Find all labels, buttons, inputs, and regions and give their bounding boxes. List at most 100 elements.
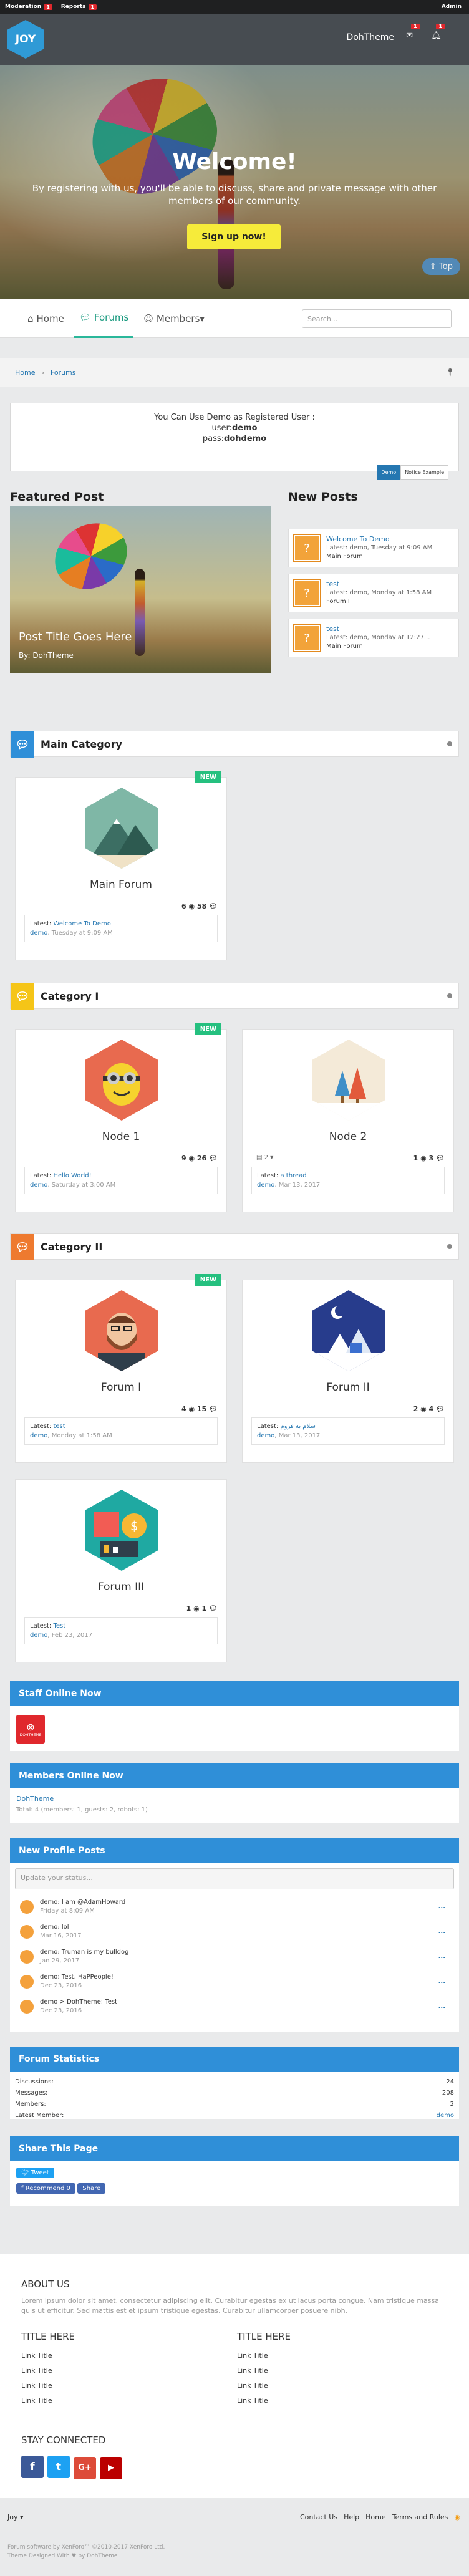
avatar[interactable] — [20, 1974, 34, 1989]
forum-card-main[interactable]: NEW Main Forum 6 ◉ 58 💬︎ Latest: Welcome… — [15, 771, 227, 960]
tab-forums[interactable]: 💬︎ Forums — [74, 299, 134, 338]
latest-post-link[interactable]: Welcome To Demo — [53, 920, 110, 927]
collapse-toggle[interactable] — [447, 993, 452, 998]
notice-user-line: user:demo — [211, 423, 258, 433]
share-page-panel: 🐦︎ Tweet f Recommend 0 Share — [10, 2161, 459, 2206]
home-link[interactable]: Home — [365, 2513, 385, 2521]
collapse-toggle[interactable] — [447, 1244, 452, 1249]
footer-link[interactable]: Link Title — [21, 2393, 208, 2408]
status-update-input[interactable]: Update your status... — [15, 1868, 454, 1889]
twitter-icon[interactable]: t — [47, 2456, 70, 2478]
back-to-top-button[interactable]: ⇧ Top — [422, 258, 460, 275]
avatar[interactable] — [20, 1949, 34, 1964]
user-link[interactable]: demo — [257, 1182, 274, 1189]
moderation-link[interactable]: Moderation 1 — [5, 4, 52, 10]
latest-post-link[interactable]: Hello World! — [53, 1172, 91, 1179]
category-header-cat1[interactable]: 💬︎ Category I — [10, 983, 459, 1010]
forum-stats: 9 ◉ 26 💬︎ — [181, 1154, 218, 1162]
latest-post-link[interactable]: Test — [53, 1623, 65, 1629]
latest-post-link[interactable]: test — [53, 1423, 65, 1430]
category-header-main[interactable]: 💬︎ Main Category — [10, 731, 459, 758]
footer-link[interactable]: Link Title — [21, 2378, 208, 2393]
breadcrumb-home[interactable]: Home — [15, 369, 35, 377]
user-link[interactable]: demo — [30, 1432, 47, 1439]
featured-post-card[interactable]: Post Title Goes Here By: DohTheme — [10, 506, 271, 673]
twitter-icon: 🐦︎ — [21, 2169, 31, 2176]
forum-title[interactable]: Forum II — [243, 1381, 453, 1394]
list-item[interactable]: ? test Latest: demo, Monday at 1:58 AM Foru… — [288, 574, 459, 612]
forum-card-forum3[interactable]: $ Forum III 1 ◉ 1 💬︎ Latest: Test demo, … — [15, 1479, 227, 1662]
facebook-icon[interactable]: f — [21, 2456, 44, 2478]
notice-tab-demo[interactable]: Demo — [377, 465, 401, 480]
bell-icon[interactable]: 🔔︎ 1 — [431, 24, 445, 41]
terms-link[interactable]: Terms and Rules — [392, 2513, 448, 2521]
user-link[interactable]: demo — [30, 1182, 47, 1189]
collapse-toggle[interactable] — [447, 741, 452, 746]
reports-link[interactable]: Reports 1 — [61, 4, 97, 10]
latest-post-link[interactable]: a thread — [280, 1172, 306, 1179]
google-plus-icon[interactable]: G+ — [74, 2456, 96, 2479]
forum-card-node2[interactable]: Node 2 ▤ 2 ▾ 1 ◉ 3 💬︎ Latest: a thread d… — [242, 1029, 454, 1212]
forum-title[interactable]: Forum I — [16, 1381, 226, 1394]
more-icon[interactable]: ... — [438, 1903, 445, 1910]
home-icon: ⌂ — [27, 312, 34, 324]
facebook-recommend-button[interactable]: f Recommend 0 — [16, 2183, 75, 2194]
list-item: demo: lol Mar 16, 2017... — [15, 1919, 454, 1944]
category-header-cat2[interactable]: 💬︎ Category II — [10, 1233, 459, 1260]
avatar[interactable] — [20, 1924, 34, 1939]
avatar[interactable] — [20, 1999, 34, 2014]
help-link[interactable]: Help — [344, 2513, 359, 2521]
avatar[interactable]: ⊗ DOHTHEME — [16, 1715, 45, 1744]
tab-members[interactable]: ☺ Members ▾ — [138, 299, 210, 338]
latest-post-link[interactable]: سلام به فروم — [280, 1423, 315, 1430]
site-logo[interactable]: JOY — [7, 20, 44, 59]
tab-home[interactable]: ⌂ Home — [22, 299, 69, 338]
signup-button[interactable]: Sign up now! — [187, 224, 281, 249]
site-header: JOY DohTheme ✉ 1 🔔︎ 1 — [0, 14, 469, 65]
footer-link[interactable]: Link Title — [21, 2348, 208, 2363]
more-icon[interactable]: ... — [438, 1928, 445, 1935]
subforum-dropdown[interactable]: ▤ 2 ▾ — [256, 1154, 273, 1161]
youtube-icon[interactable]: ▶ — [100, 2456, 122, 2479]
forum-title[interactable]: Node 2 — [243, 1131, 453, 1143]
more-icon[interactable]: ... — [438, 1978, 445, 1985]
rss-icon[interactable]: ◉ — [454, 2513, 460, 2521]
footer-link[interactable]: Link Title — [237, 2363, 424, 2378]
contact-us-link[interactable]: Contact Us — [300, 2513, 337, 2521]
forum-title[interactable]: Main Forum — [16, 879, 226, 891]
search-input[interactable]: Search... — [302, 309, 452, 328]
featured-post-title[interactable]: Post Title Goes Here — [19, 630, 132, 644]
member-link[interactable]: DohTheme — [16, 1795, 54, 1803]
more-icon[interactable]: ... — [438, 1953, 445, 1960]
user-link[interactable]: demo — [257, 1432, 274, 1439]
forum-card-node1[interactable]: NEW Node 1 9 ◉ 26 💬︎ Latest: Hello World… — [15, 1023, 227, 1212]
facebook-share-button[interactable]: Share — [77, 2183, 106, 2194]
forum-statistics-panel: Discussions: 24 Messages: 208 Members: 2 La… — [10, 2072, 459, 2119]
footer-link[interactable]: Link Title — [237, 2393, 424, 2408]
user-name-link[interactable]: DohTheme — [346, 32, 394, 42]
forum-card-forum1[interactable]: NEW Forum I 4 ◉ 15 💬︎ Latest: test demo,… — [15, 1274, 227, 1463]
forum-title[interactable]: Forum III — [16, 1581, 226, 1593]
user-link[interactable]: demo — [30, 1632, 47, 1639]
list-item[interactable]: ? Welcome To Demo Latest: demo, Tuesday at… — [288, 529, 459, 567]
tweet-button[interactable]: 🐦︎ Tweet — [16, 2168, 54, 2178]
avatar[interactable] — [20, 1899, 34, 1914]
stat-row: Latest Member: demo — [15, 2111, 454, 2120]
inbox-icon[interactable]: ✉ 1 — [406, 24, 420, 41]
style-chooser[interactable]: Joy ▾ — [7, 2513, 24, 2521]
footer-link[interactable]: Link Title — [21, 2363, 208, 2378]
forum-title[interactable]: Node 1 — [16, 1131, 226, 1143]
footer-link[interactable]: Link Title — [237, 2378, 424, 2393]
forum-card-forum2[interactable]: Forum II 2 ◉ 4 💬︎ Latest: سلام به فروم d… — [242, 1280, 454, 1463]
admin-link[interactable]: Admin — [442, 4, 462, 10]
footer-link[interactable]: Link Title — [237, 2348, 424, 2363]
list-item[interactable]: ? test Latest: demo, Monday at 12:27... Mai… — [288, 619, 459, 657]
user-link[interactable]: demo — [30, 930, 47, 937]
featured-post-author: By: DohTheme — [19, 651, 74, 660]
location-pin-icon[interactable]: 📍︎ — [445, 368, 455, 377]
breadcrumb-forums[interactable]: Forums — [51, 369, 76, 377]
forum-stats: 2 ◉ 4 💬︎ — [413, 1405, 445, 1413]
latest-member-link[interactable]: demo — [437, 2111, 454, 2120]
notice-tab-example[interactable]: Notice Example — [400, 465, 448, 480]
more-icon[interactable]: ... — [438, 2003, 445, 2010]
